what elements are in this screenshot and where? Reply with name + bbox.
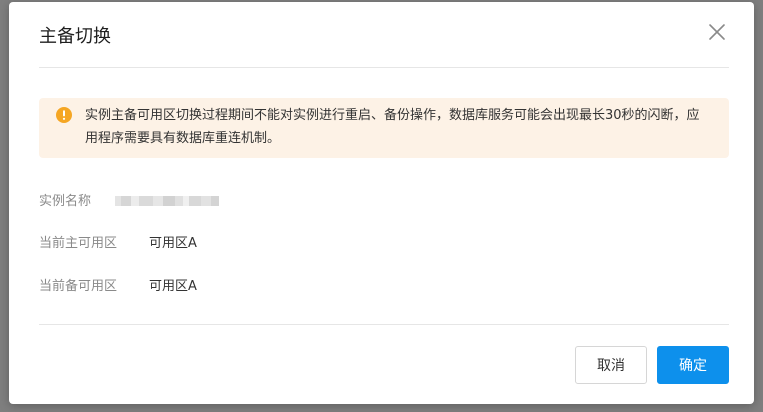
close-icon	[709, 24, 725, 40]
warning-alert: 实例主备可用区切换过程期间不能对实例进行重启、备份操作，数据库服务可能会出现最长…	[39, 98, 729, 158]
instance-name-value-redacted	[115, 194, 225, 208]
confirm-button[interactable]: 确定	[657, 346, 729, 384]
instance-name-label: 实例名称	[39, 194, 92, 209]
close-button[interactable]	[705, 20, 729, 44]
switchover-dialog: 主备切换 实例主备可用区切换过程期间不能对实例进行重启、备份操作，数据库服务可能…	[9, 2, 754, 404]
current-standby-zone-label: 当前备可用区	[39, 279, 118, 294]
footer-divider	[39, 324, 729, 325]
dialog-header: 主备切换	[39, 20, 729, 50]
header-divider	[39, 67, 729, 68]
alert-message: 实例主备可用区切换过程期间不能对实例进行重启、备份操作，数据库服务可能会出现最长…	[85, 108, 700, 146]
current-primary-zone-value: 可用区A	[149, 236, 197, 251]
dialog-title: 主备切换	[39, 26, 111, 47]
current-primary-zone-label: 当前主可用区	[39, 236, 118, 251]
cancel-button[interactable]: 取消	[575, 346, 647, 384]
warning-icon	[56, 107, 72, 123]
current-standby-zone-value: 可用区A	[149, 279, 197, 294]
